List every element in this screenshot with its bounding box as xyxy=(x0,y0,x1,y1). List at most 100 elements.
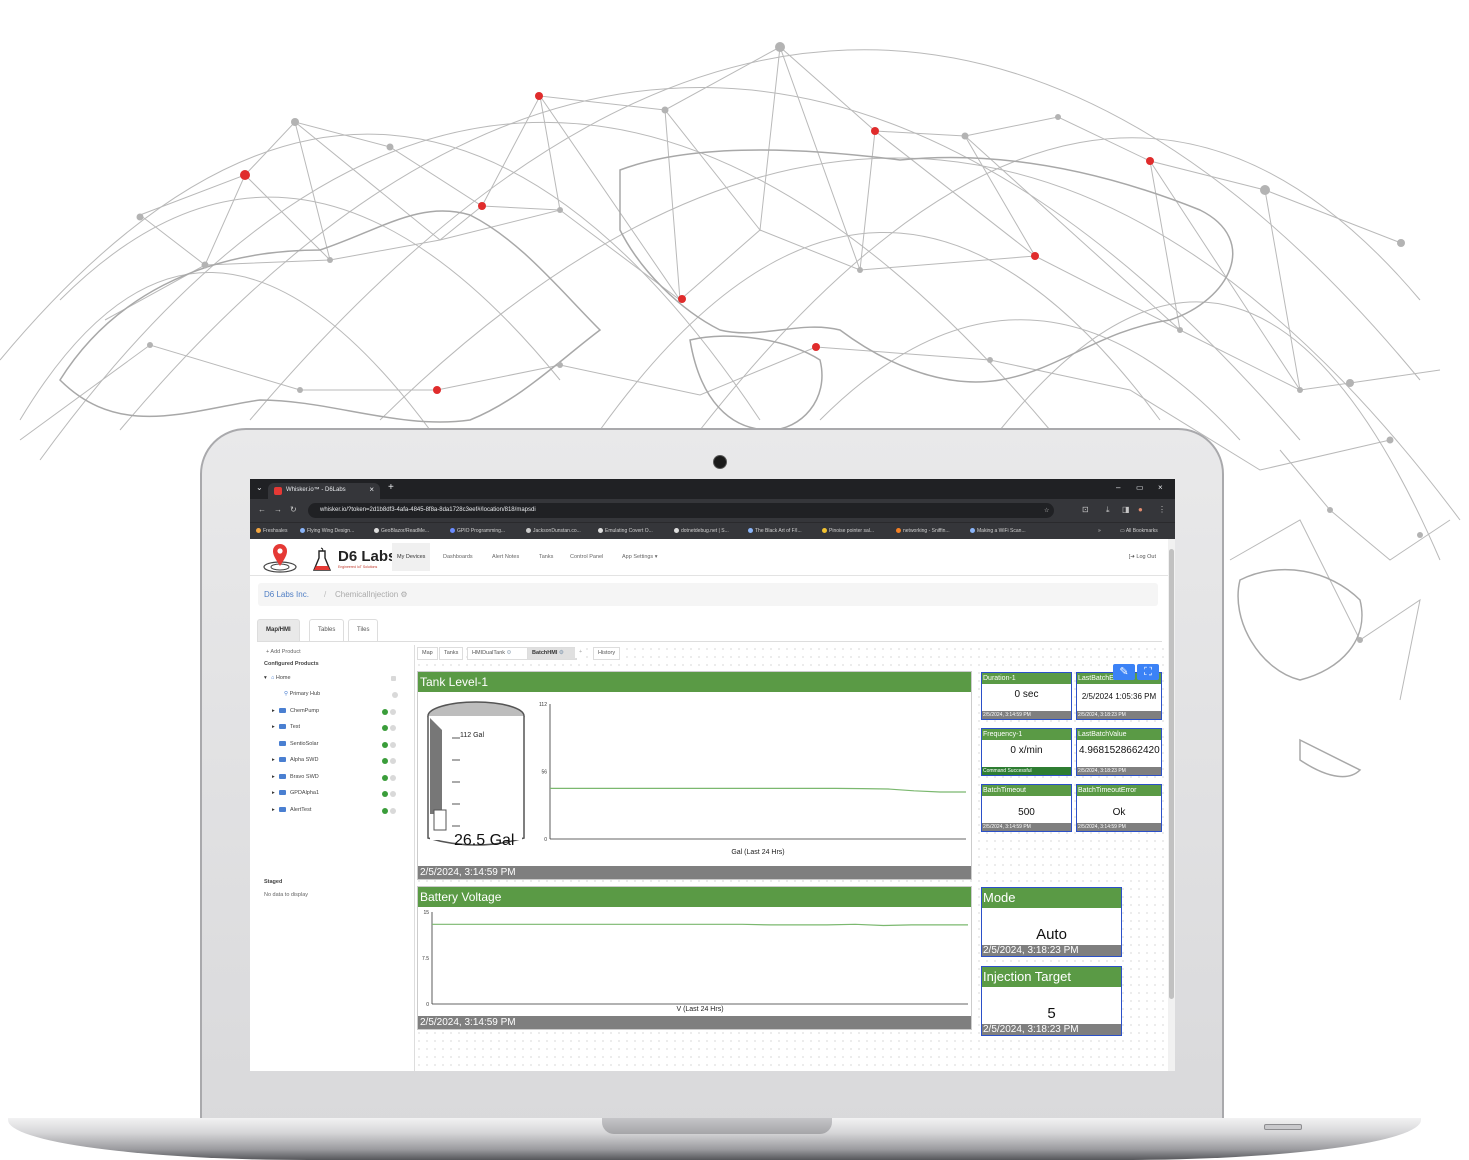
nav-control-panel[interactable]: Control Panel xyxy=(570,554,603,560)
bookmark-item[interactable]: dotnetdebug.net | S... xyxy=(674,528,729,534)
tree-item-gpdalpha1[interactable]: ▸ GPDAlpha1 xyxy=(272,790,319,800)
back-icon[interactable]: ← xyxy=(258,505,266,514)
tile-value: 2/5/2024 1:05:36 PM xyxy=(1081,692,1157,701)
bookmarks-overflow[interactable]: » xyxy=(1098,528,1101,534)
bookmark-item[interactable]: Pinoise pointer sal... xyxy=(822,528,874,534)
profile-avatar[interactable]: ● xyxy=(1138,505,1143,514)
bookmark-item[interactable]: Flying Wing Design... xyxy=(300,528,354,534)
breadcrumb-location[interactable]: ChemicalInjection ⚙ xyxy=(335,590,408,599)
new-tab-button[interactable]: + xyxy=(388,482,394,493)
tree-item-alpha-swd[interactable]: ▸ Alpha SWD xyxy=(272,757,318,767)
nav-alert-notes[interactable]: Alert Notes xyxy=(492,554,519,560)
tile-last-batch-value[interactable]: LastBatchValue 4.9681528662420 2/5/2024,… xyxy=(1076,728,1162,776)
status-dot xyxy=(390,808,396,814)
tab-title: Whisker.io™ - D6Labs xyxy=(286,487,346,493)
device-icon xyxy=(279,790,286,795)
bookmark-item[interactable]: Emulating Covert O... xyxy=(598,528,653,534)
tile-title: Frequency-1 xyxy=(982,729,1071,740)
tree-item-home[interactable]: ▾ ⌂ Home xyxy=(264,675,291,685)
tile-injection-target[interactable]: Injection Target 5 2/5/2024, 3:18:23 PM xyxy=(981,966,1122,1036)
bookmark-item[interactable]: GPIO Programming... xyxy=(450,528,505,534)
configured-products-heading: Configured Products xyxy=(264,661,319,667)
forward-icon[interactable]: → xyxy=(274,505,282,514)
settings-icon[interactable]: ⚙ xyxy=(559,650,564,656)
tab-map-hmi[interactable]: Map/HMI xyxy=(257,619,300,641)
subtab-tanks[interactable]: Tanks xyxy=(439,647,464,660)
hmi-canvas: Map Tanks HMIDualTank ⚙ BatchHMI ⚙ + His… xyxy=(414,645,1169,1071)
page-tabs: Map/HMI Tables Tiles xyxy=(257,619,1162,642)
reload-icon[interactable]: ↻ xyxy=(290,505,297,514)
bookmark-item[interactable]: JacksonDunstan.co... xyxy=(526,528,581,534)
settings-icon[interactable]: ⚙ xyxy=(507,650,512,656)
tab-search-icon[interactable]: ⌄ xyxy=(256,483,263,492)
all-bookmarks[interactable]: ▭ All Bookmarks xyxy=(1120,528,1158,534)
wrench-icon[interactable]: ✎ xyxy=(1113,664,1135,680)
add-product-button[interactable]: + Add Product xyxy=(266,649,301,655)
tree-item-primary-hub[interactable]: ⚲ Primary Hub xyxy=(284,691,320,701)
bookmark-item[interactable]: Freshsales xyxy=(256,528,287,534)
bookmark-item[interactable]: Making a WiFi Scan... xyxy=(970,528,1026,534)
scrollbar-thumb[interactable] xyxy=(1169,549,1174,999)
tree-item-test[interactable]: ▸ Test xyxy=(272,724,300,734)
tile-duration[interactable]: Duration-1 0 sec 2/5/2024, 3:14:59 PM xyxy=(981,672,1072,720)
breadcrumb-org[interactable]: D6 Labs Inc. xyxy=(264,590,309,599)
browser-tab[interactable]: Whisker.io™ - D6Labs × xyxy=(268,483,380,499)
status-dot xyxy=(392,692,398,698)
tile-mode[interactable]: Mode Auto 2/5/2024, 3:18:23 PM xyxy=(981,887,1122,957)
subtab-history[interactable]: History xyxy=(593,647,621,660)
tank-capacity-label: 112 Gal xyxy=(460,732,484,739)
status-dot xyxy=(390,709,396,715)
nav-app-settings[interactable]: App Settings ▾ xyxy=(622,554,657,560)
nav-tanks[interactable]: Tanks xyxy=(539,554,553,560)
tile-value: 0 x/min xyxy=(1010,745,1043,756)
tank-level-panel: Tank Level-1 112 Gal 26.5 Gal 0 56 112 Gal … xyxy=(417,671,972,880)
download-icon[interactable]: ⤓ xyxy=(1106,505,1110,515)
tab-tables[interactable]: Tables xyxy=(309,619,345,641)
tree-item-alerttest[interactable]: ▸ AlertTest xyxy=(272,807,311,817)
tree-item-sentiosolar[interactable]: SentioSolar xyxy=(279,741,318,751)
tile-frequency[interactable]: Frequency-1 0 x/min Command Successful xyxy=(981,728,1072,776)
subtab-batchhmi[interactable]: BatchHMI ⚙ xyxy=(527,647,577,660)
minimize-button[interactable]: – xyxy=(1116,483,1120,492)
brand-name: D6 Labs xyxy=(338,548,397,565)
extensions-icon[interactable]: ⊡ xyxy=(1082,505,1089,514)
nav-dashboards[interactable]: Dashboards xyxy=(443,554,473,560)
subtab-map[interactable]: Map xyxy=(417,647,438,660)
status-ok-icon xyxy=(382,709,388,715)
close-window-button[interactable]: × xyxy=(1158,483,1163,492)
tile-timestamp: 2/5/2024, 3:18:23 PM xyxy=(982,945,1121,956)
add-subtab-button[interactable]: + xyxy=(575,647,587,658)
nav-my-devices[interactable]: My Devices xyxy=(392,543,431,571)
x-axis-label: V (Last 24 Hrs) xyxy=(676,1006,723,1013)
tile-batch-timeout[interactable]: BatchTimeout 500 2/5/2024, 3:14:59 PM xyxy=(981,784,1072,832)
tile-title: BatchTimeoutError xyxy=(1077,785,1161,796)
bookmark-item[interactable]: GeoBlazor/ReadMe... xyxy=(374,528,429,534)
bookmark-star-icon[interactable]: ☆ xyxy=(1044,507,1049,514)
bookmark-item[interactable]: networking - Sniffin... xyxy=(896,528,950,534)
tile-value: Auto xyxy=(1036,926,1067,943)
device-icon xyxy=(279,807,286,812)
maximize-button[interactable]: ▭ xyxy=(1136,483,1144,492)
sidepanel-icon[interactable]: ◨ xyxy=(1122,505,1130,514)
status-ok-icon xyxy=(382,758,388,764)
subtab-hmidualtank[interactable]: HMIDualTank ⚙ xyxy=(467,647,529,660)
tile-timestamp: 2/5/2024, 3:18:23 PM xyxy=(1077,767,1161,775)
tree-item-chempump[interactable]: ▸ ChemPump xyxy=(272,708,319,718)
logout-button[interactable]: [➜ Log Out xyxy=(1129,554,1156,560)
menu-icon[interactable]: ⋮ xyxy=(1158,505,1166,514)
grid-icon[interactable] xyxy=(391,676,396,681)
tile-title: LastBatchValue xyxy=(1077,729,1161,740)
status-ok-icon xyxy=(382,742,388,748)
fullscreen-icon[interactable]: ⛶ xyxy=(1137,664,1159,680)
tile-batch-timeout-error[interactable]: BatchTimeoutError Ok 2/5/2024, 3:14:59 P… xyxy=(1076,784,1162,832)
laptop-notch xyxy=(602,1118,832,1134)
address-bar[interactable]: whisker.io/?token=2d1b8df3-4afa-4845-8f8… xyxy=(308,503,1054,518)
favicon-icon xyxy=(274,487,282,495)
tree-item-bravo-swd[interactable]: ▸ Bravo SWD xyxy=(272,774,319,784)
tab-close-icon[interactable]: × xyxy=(369,485,374,494)
bookmark-item[interactable]: The Black Art of F/I... xyxy=(748,528,802,534)
tank-graphic xyxy=(427,701,525,846)
breadcrumb-separator: / xyxy=(324,590,327,599)
tab-tiles[interactable]: Tiles xyxy=(348,619,379,641)
panel-timestamp: 2/5/2024, 3:14:59 PM xyxy=(418,1016,971,1029)
